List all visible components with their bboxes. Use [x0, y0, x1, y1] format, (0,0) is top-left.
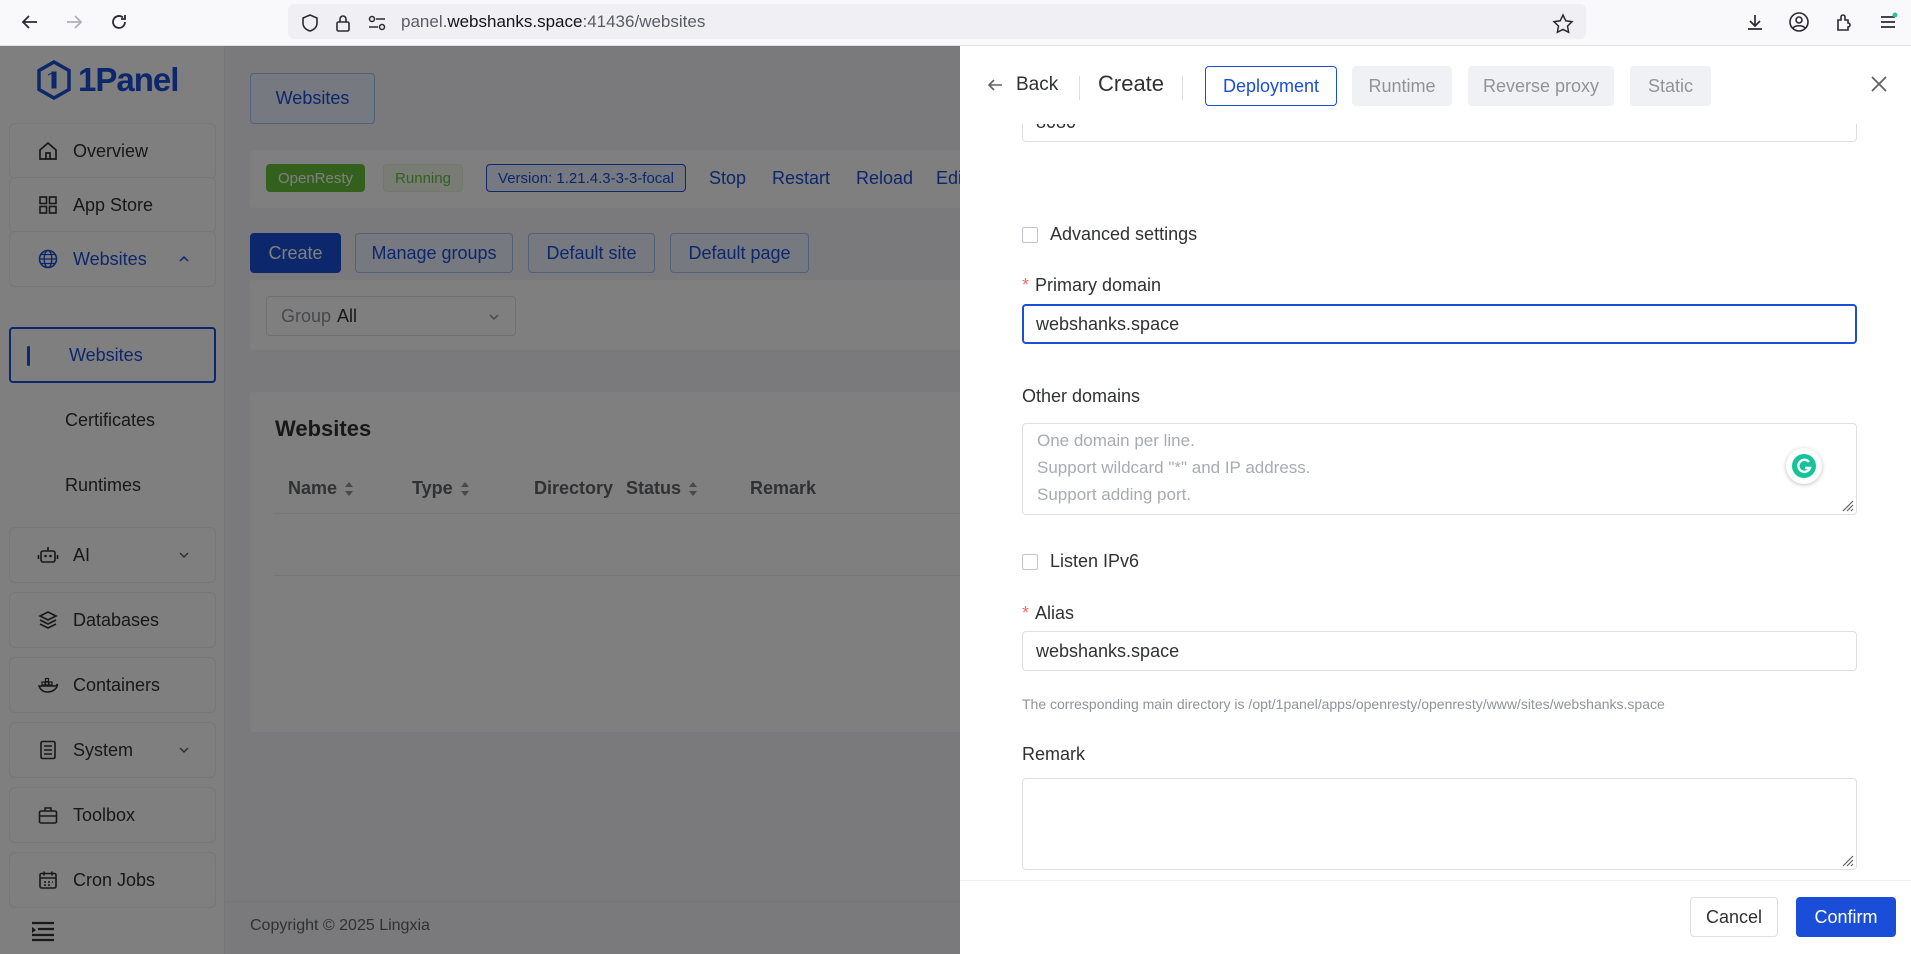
drawer-body: 8080 Advanced settings *Primary domain w…	[960, 124, 1911, 880]
drawer-title: Create	[1098, 71, 1165, 96]
back-arrow-icon	[987, 79, 1002, 91]
other-domains-label: Other domains	[1022, 386, 1141, 406]
checkbox-label: Listen IPv6	[1050, 551, 1140, 571]
grammarly-button[interactable]	[1786, 448, 1822, 484]
address-bar[interactable]: panel.webshanks.space:41436/websites	[288, 4, 1586, 39]
remark-textarea[interactable]	[1022, 778, 1857, 870]
menu-icon[interactable]	[1873, 7, 1903, 37]
downloads-icon[interactable]	[1740, 7, 1770, 37]
listen-ipv6-checkbox[interactable]: Listen IPv6	[1022, 551, 1139, 572]
other-domains-textarea[interactable]: One domain per line. Support wildcard "*…	[1022, 423, 1857, 515]
drawer-footer: Cancel Confirm	[960, 880, 1911, 954]
remark-label: Remark	[1022, 744, 1086, 764]
browser-toolbar: panel.webshanks.space:41436/websites	[0, 0, 1911, 46]
tab-runtime[interactable]: Runtime	[1352, 66, 1452, 106]
alias-hint-text: The corresponding main directory is /opt…	[1022, 696, 1665, 712]
primary-domain-input[interactable]: webshanks.space	[1022, 304, 1857, 344]
tab-deployment[interactable]: Deployment	[1205, 66, 1337, 106]
reload-icon[interactable]	[104, 7, 134, 37]
confirm-button[interactable]: Confirm	[1796, 897, 1896, 937]
url-text: panel.webshanks.space:41436/websites	[401, 12, 706, 31]
grammarly-icon	[1792, 454, 1816, 478]
checkbox-box[interactable]	[1022, 226, 1038, 243]
shield-icon[interactable]	[300, 13, 320, 33]
extensions-icon[interactable]	[1829, 7, 1859, 37]
resize-handle-icon[interactable]	[1840, 498, 1854, 512]
required-marker: *	[1022, 603, 1030, 623]
create-website-drawer: Back Create Deployment Runtime Reverse p…	[960, 46, 1911, 954]
checkbox-label: Advanced settings	[1050, 224, 1198, 244]
cancel-button[interactable]: Cancel	[1690, 897, 1778, 937]
advanced-settings-checkbox[interactable]: Advanced settings	[1022, 224, 1197, 245]
tab-reverse-proxy[interactable]: Reverse proxy	[1468, 66, 1614, 106]
alias-input[interactable]: webshanks.space	[1022, 631, 1857, 671]
checkbox-box[interactable]	[1022, 553, 1038, 570]
forward-arrow-icon[interactable]	[59, 7, 89, 37]
placeholder-line: Support wildcard "*" and IP address.	[1037, 458, 1311, 477]
bookmark-star-icon[interactable]	[1552, 13, 1574, 35]
alias-label: * Alias	[1022, 603, 1075, 623]
lock-icon[interactable]	[333, 13, 353, 33]
drawer-header: Back Create Deployment Runtime Reverse p…	[960, 46, 1911, 124]
resize-handle-icon[interactable]	[1840, 853, 1854, 867]
back-arrow-icon[interactable]	[15, 7, 45, 37]
port-input[interactable]: 8080	[1022, 124, 1857, 142]
close-icon[interactable]	[1869, 74, 1889, 94]
account-icon[interactable]	[1784, 7, 1814, 37]
tab-static[interactable]: Static	[1630, 66, 1711, 106]
divider	[1182, 76, 1183, 100]
placeholder-line: One domain per line.	[1037, 431, 1195, 450]
primary-domain-label: * Primary domain	[1022, 275, 1162, 295]
placeholder-line: Support adding port.	[1037, 485, 1192, 504]
site-settings-icon[interactable]	[366, 13, 388, 33]
required-marker: *	[1022, 275, 1030, 295]
divider	[1079, 76, 1080, 100]
back-button[interactable]: Back	[986, 74, 1058, 96]
back-label: Back	[1016, 74, 1059, 95]
